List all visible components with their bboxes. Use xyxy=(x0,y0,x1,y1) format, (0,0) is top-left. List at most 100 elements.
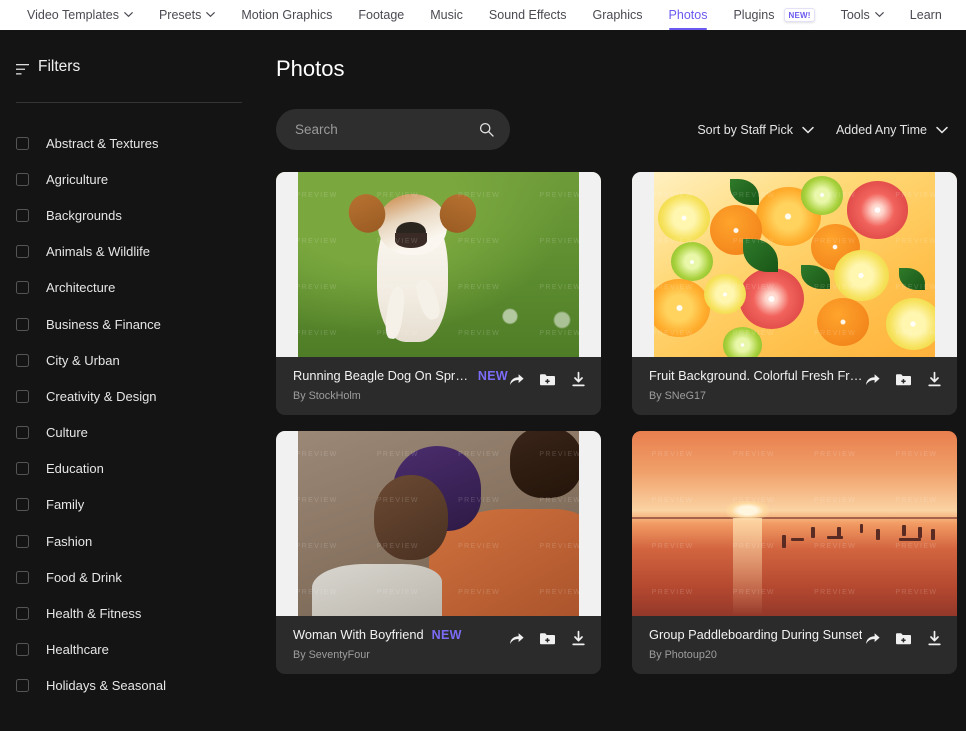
filter-checkbox[interactable] xyxy=(16,498,29,512)
sidebar-filter-health-fitness[interactable]: Health & Fitness xyxy=(16,595,242,631)
sidebar-filter-architecture[interactable]: Architecture xyxy=(16,270,242,306)
nav-item-music[interactable]: Music xyxy=(417,0,476,30)
fruit-slice xyxy=(703,273,746,315)
photo-thumbnail[interactable]: PREVIEWPREVIEWPREVIEWPREVIEWPREVIEWPREVI… xyxy=(632,172,957,357)
fruit-slice xyxy=(671,242,714,282)
photo-artwork-sunset xyxy=(632,431,957,616)
download-icon[interactable] xyxy=(570,630,587,647)
filter-checkbox[interactable] xyxy=(16,317,29,331)
search-input[interactable] xyxy=(295,122,479,137)
sidebar-filter-business-finance[interactable]: Business & Finance xyxy=(16,306,242,342)
nav-item-label: Photos xyxy=(668,8,708,22)
photo-card[interactable]: PREVIEWPREVIEWPREVIEWPREVIEWPREVIEWPREVI… xyxy=(632,172,957,415)
sidebar-filter-holidays-seasonal[interactable]: Holidays & Seasonal xyxy=(16,668,242,704)
fruit-slice xyxy=(801,175,844,215)
folder-plus-icon[interactable] xyxy=(895,371,912,388)
search-box[interactable] xyxy=(276,109,510,150)
photo-card[interactable]: PREVIEWPREVIEWPREVIEWPREVIEWPREVIEWPREVI… xyxy=(632,431,957,674)
share-icon[interactable] xyxy=(864,371,881,388)
sun-reflection xyxy=(732,517,762,616)
filter-checkbox[interactable] xyxy=(16,353,29,367)
photo-card-actions xyxy=(508,627,587,647)
photo-card[interactable]: PREVIEWPREVIEWPREVIEWPREVIEWPREVIEWPREVI… xyxy=(276,431,601,674)
sidebar-filter-agriculture[interactable]: Agriculture xyxy=(16,161,242,197)
sort-dropdown[interactable]: Sort by Staff Pick xyxy=(697,123,814,137)
photo-card-author: By Photoup20 xyxy=(649,649,717,661)
sidebar-filter-family[interactable]: Family xyxy=(16,487,242,523)
nav-item-photos[interactable]: Photos xyxy=(656,0,721,30)
nav-item-video-templates[interactable]: Video Templates xyxy=(14,0,146,30)
photo-card-text: Woman With Boyfriend NEW By SeventyFour xyxy=(293,627,508,661)
sidebar-filter-creativity-design[interactable]: Creativity & Design xyxy=(16,378,242,414)
paddleboarder xyxy=(931,529,935,541)
photo-card-title: Woman With Boyfriend xyxy=(293,627,424,642)
filter-checkbox[interactable] xyxy=(16,172,29,186)
sidebar-filter-education[interactable]: Education xyxy=(16,451,242,487)
download-icon[interactable] xyxy=(570,371,587,388)
filter-checkbox[interactable] xyxy=(16,534,29,548)
nav-item-graphics[interactable]: Graphics xyxy=(580,0,656,30)
filter-checkbox[interactable] xyxy=(16,679,29,693)
filter-checkbox[interactable] xyxy=(16,643,29,657)
sidebar-filter-fashion[interactable]: Fashion xyxy=(16,523,242,559)
paddleboarder xyxy=(875,529,880,541)
filter-checkbox[interactable] xyxy=(16,281,29,295)
paddleboarder xyxy=(859,523,863,533)
sidebar-filter-food-drink[interactable]: Food & Drink xyxy=(16,559,242,595)
nav-item-learn[interactable]: Learn xyxy=(897,0,955,30)
filter-label: Animals & Wildlife xyxy=(46,244,151,260)
nav-item-presets[interactable]: Presets xyxy=(146,0,228,30)
sidebar-filter-animals-wildlife[interactable]: Animals & Wildlife xyxy=(16,234,242,270)
download-icon[interactable] xyxy=(926,630,943,647)
folder-plus-icon[interactable] xyxy=(539,630,556,647)
photo-card-title: Running Beagle Dog On Spring... xyxy=(293,368,470,383)
filter-label: Holidays & Seasonal xyxy=(46,678,166,694)
photo-card-footer: Group Paddleboarding During Sunset By Pho… xyxy=(632,616,957,674)
filter-checkbox[interactable] xyxy=(16,389,29,403)
chevron-down-icon xyxy=(936,123,948,137)
share-icon[interactable] xyxy=(864,630,881,647)
nav-item-sound-effects[interactable]: Sound Effects xyxy=(476,0,580,30)
photo-card-title-row: Fruit Background. Colorful Fresh Fruits xyxy=(649,368,864,383)
filter-checkbox[interactable] xyxy=(16,607,29,621)
filter-label: City & Urban xyxy=(46,352,120,368)
fruit-slice xyxy=(658,194,710,243)
filter-checkbox[interactable] xyxy=(16,136,29,150)
filter-label: Fashion xyxy=(46,533,93,549)
photo-card-text: Fruit Background. Colorful Fresh Fruits B… xyxy=(649,368,864,402)
nav-item-motion-graphics[interactable]: Motion Graphics xyxy=(228,0,345,30)
folder-plus-icon[interactable] xyxy=(539,371,556,388)
filter-label: Creativity & Design xyxy=(46,388,157,404)
filter-label: Food & Drink xyxy=(46,569,122,585)
chevron-down-icon xyxy=(124,10,133,19)
photo-results-grid: PREVIEWPREVIEWPREVIEWPREVIEWPREVIEWPREVI… xyxy=(276,172,957,674)
download-icon[interactable] xyxy=(926,371,943,388)
photo-card[interactable]: PREVIEWPREVIEWPREVIEWPREVIEWPREVIEWPREVI… xyxy=(276,172,601,415)
filter-checkbox[interactable] xyxy=(16,462,29,476)
filter-checkbox[interactable] xyxy=(16,208,29,222)
content-toolbar: Sort by Staff Pick Added Any Time xyxy=(276,109,954,150)
filter-checkbox[interactable] xyxy=(16,570,29,584)
photo-thumbnail[interactable]: PREVIEWPREVIEWPREVIEWPREVIEWPREVIEWPREVI… xyxy=(632,431,957,616)
photo-card-actions xyxy=(864,627,943,647)
sidebar-filter-healthcare[interactable]: Healthcare xyxy=(16,632,242,668)
filter-checkbox[interactable] xyxy=(16,245,29,259)
photo-thumbnail[interactable]: PREVIEWPREVIEWPREVIEWPREVIEWPREVIEWPREVI… xyxy=(276,431,601,616)
share-icon[interactable] xyxy=(508,630,525,647)
nav-item-tools[interactable]: Tools xyxy=(828,0,897,30)
share-icon[interactable] xyxy=(508,371,525,388)
nav-item-footage[interactable]: Footage xyxy=(345,0,417,30)
filter-checkbox[interactable] xyxy=(16,426,29,440)
photo-thumbnail[interactable]: PREVIEWPREVIEWPREVIEWPREVIEWPREVIEWPREVI… xyxy=(276,172,601,357)
sidebar-filter-backgrounds[interactable]: Backgrounds xyxy=(16,197,242,233)
search-icon[interactable] xyxy=(479,122,494,137)
sidebar-filter-culture[interactable]: Culture xyxy=(16,415,242,451)
photo-artwork-fruit xyxy=(632,172,957,357)
sidebar-filter-city-urban[interactable]: City & Urban xyxy=(16,342,242,378)
nav-item-plugins[interactable]: Plugins NEW! xyxy=(720,0,827,30)
sidebar-filter-abstract-textures[interactable]: Abstract & Textures xyxy=(16,125,242,161)
folder-plus-icon[interactable] xyxy=(895,630,912,647)
paddleboarder xyxy=(781,534,787,548)
added-date-dropdown[interactable]: Added Any Time xyxy=(836,123,948,137)
chevron-down-icon xyxy=(802,123,814,137)
